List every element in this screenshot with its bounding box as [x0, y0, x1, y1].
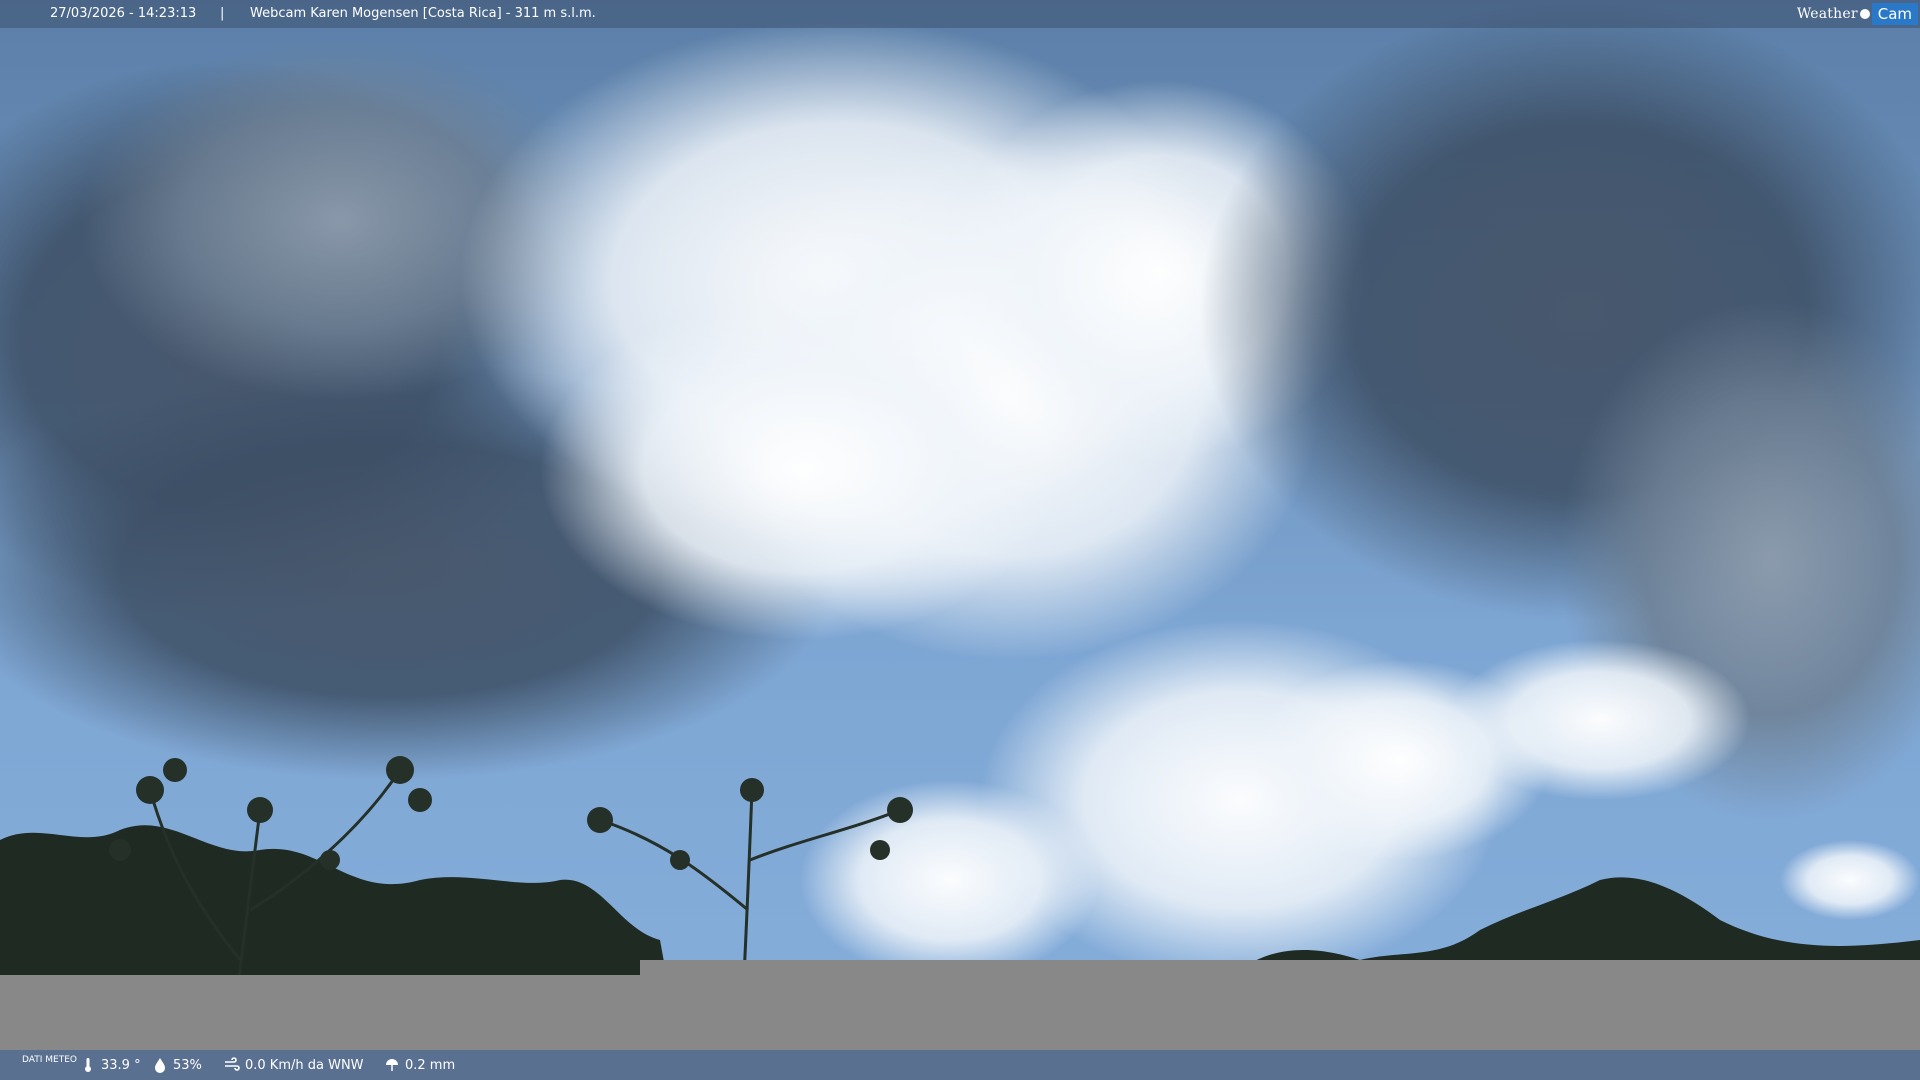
temperature-reading: 33.9 ° [80, 1057, 141, 1073]
webcam-image [0, 0, 1920, 1050]
weathercam-logo[interactable]: Weather Cam [1797, 0, 1918, 28]
rain-icon [386, 1059, 398, 1071]
wind-icon [225, 1057, 240, 1071]
gray-overlay [0, 975, 1920, 1050]
webcam-title: Webcam Karen Mogensen [Costa Rica] - 311… [250, 6, 596, 21]
temperature-value: 33.9 ° [101, 1057, 141, 1073]
header-separator: | [220, 6, 225, 21]
weather-data-bar: DATI METEO 33.9 ° 53% 0.0 Km/h da WNW 0.… [0, 1050, 1920, 1080]
logo-weather-text: Weather [1796, 6, 1858, 22]
wind-value: 0.0 Km/h da WNW [245, 1057, 364, 1073]
logo-dot-icon [1859, 9, 1870, 19]
humidity-value: 53% [173, 1057, 202, 1073]
bar-fade [1660, 1050, 1920, 1080]
datetime: 27/03/2026 - 14:23:13 [50, 6, 197, 21]
rain-reading: 0.2 mm [384, 1057, 455, 1073]
gray-overlay-top [640, 960, 1920, 976]
logo-cam-text: Cam [1871, 3, 1918, 25]
dati-meteo-label: DATI METEO [22, 1055, 77, 1065]
rain-value: 0.2 mm [405, 1057, 456, 1073]
wind-reading: 0.0 Km/h da WNW [224, 1057, 364, 1073]
thermometer-icon [85, 1058, 91, 1072]
header-bar: 27/03/2026 - 14:23:13 | Webcam Karen Mog… [0, 0, 1920, 28]
humidity-icon [155, 1058, 165, 1073]
humidity-reading: 53% [152, 1057, 202, 1073]
